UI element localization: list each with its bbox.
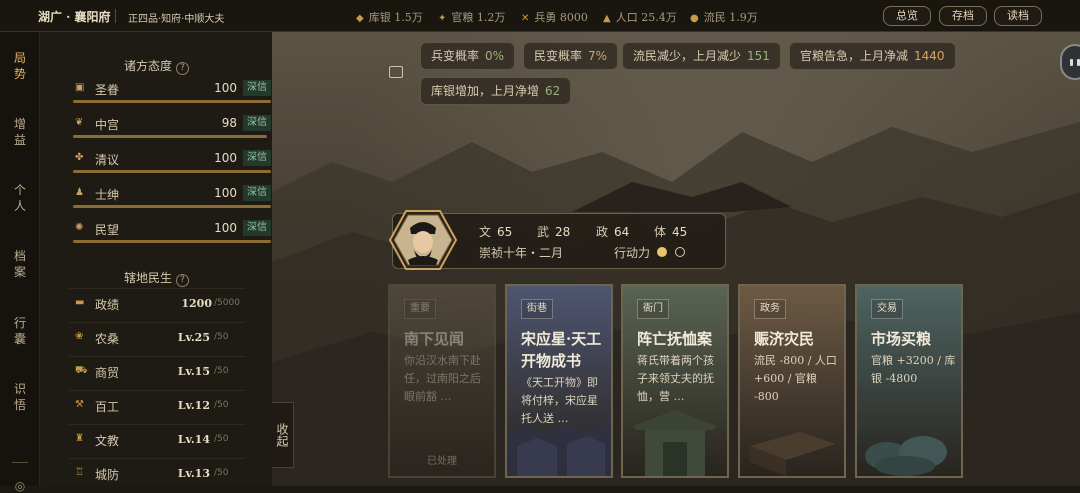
card-status: 已处理 bbox=[427, 456, 457, 467]
game-date: 崇祯十年・二月 bbox=[479, 246, 564, 260]
emperor-icon: ▣ bbox=[75, 82, 85, 93]
action-point-empty bbox=[675, 247, 685, 257]
grain-icon: ✦ bbox=[438, 13, 447, 24]
event-card-buy-grain[interactable]: 交易 市场买粮 官粮 +3200 / 库银 -4800 bbox=[855, 284, 963, 478]
territory-row: ⚒ 百工 Lv.12/50 bbox=[69, 390, 245, 421]
defense-icon: ♖ bbox=[75, 467, 84, 478]
yamen-gate-art bbox=[633, 410, 717, 476]
notice-grain: 官粮告急，上月净减 1440 bbox=[789, 42, 956, 70]
top-bar: 湖广 · 襄阳府 正四品·知府·中顺大夫 ◆ 库银 1.5万 ✦ 官粮 1.2万 ✕… bbox=[0, 0, 1080, 32]
territory-row: ♖ 城防 Lv.13/50 bbox=[69, 458, 245, 489]
grain-sacks-art bbox=[865, 436, 947, 476]
factions-header: 诸方态度? bbox=[41, 57, 272, 75]
notice-silver: 库银增加，上月净增 62 bbox=[420, 77, 572, 105]
scholar-icon: ✤ bbox=[75, 152, 84, 163]
resource-silver: ◆ 库银 1.5万 bbox=[356, 11, 423, 24]
event-card-south[interactable]: 重要 南下见闻 你沿汉水南下赴任，过南阳之后眼前豁 … 已处理 bbox=[388, 284, 496, 478]
craft-icon: ⚒ bbox=[75, 399, 84, 410]
left-nav: 局势 增益 个人 档案 行囊 识悟 ◎ bbox=[0, 32, 40, 493]
save-button[interactable]: 存档 bbox=[939, 6, 987, 26]
territory-row: ⛟ 商贸 Lv.15/50 bbox=[69, 356, 245, 387]
action-points-label: 行动力 bbox=[614, 246, 651, 260]
trust-badge: 深信 bbox=[243, 80, 271, 96]
nav-personal[interactable]: 个人 bbox=[12, 182, 28, 214]
collapse-panel-button[interactable]: 收起 bbox=[272, 402, 294, 468]
merit-icon: ▬ bbox=[75, 297, 85, 308]
action-point-filled bbox=[657, 247, 667, 257]
faction-row: ▣ 圣眷 100 深信 bbox=[73, 79, 271, 103]
card-desc: 你沿汉水南下赴任，过南阳之后眼前豁 … bbox=[404, 354, 481, 403]
nav-insight[interactable]: 识悟 bbox=[12, 381, 28, 413]
card-tag: 重要 bbox=[404, 299, 436, 319]
card-title: 南下见闻 bbox=[404, 330, 465, 348]
trade-icon: ⛟ bbox=[75, 365, 88, 376]
resource-soldiers: ✕ 兵勇 8000 bbox=[521, 11, 588, 24]
settings-icon[interactable]: ◎ bbox=[12, 479, 28, 493]
message-icon[interactable] bbox=[389, 66, 403, 78]
farm-icon: ❀ bbox=[75, 331, 84, 342]
official-rank: 正四品·知府·中顺大夫 bbox=[128, 14, 225, 25]
card-title: 赈济灾民 bbox=[754, 330, 815, 348]
location-title: 湖广 · 襄阳府 bbox=[38, 10, 111, 24]
card-desc: 官粮 +3200 / 库银 -4800 bbox=[871, 354, 956, 385]
education-icon: ♜ bbox=[75, 433, 84, 444]
resource-population: ▲ 人口 25.4万 bbox=[603, 11, 677, 24]
gentry-icon: ♟ bbox=[75, 187, 84, 198]
faction-row: ♟ 士绅 100 深信 bbox=[73, 184, 271, 208]
faction-row: ✤ 清议 100 深信 bbox=[73, 149, 271, 173]
card-title: 市场买粮 bbox=[871, 330, 932, 348]
people-icon: ✺ bbox=[75, 222, 84, 233]
card-tag: 政务 bbox=[754, 299, 786, 319]
card-desc: 蒋氏带着两个孩子来领丈夫的抚恤，营 … bbox=[637, 354, 714, 403]
event-card-tiangong[interactable]: 街巷 宋应星·天工开物成书 《天工开物》即将付梓，宋应星托人送 … bbox=[505, 284, 613, 478]
card-tag: 街巷 bbox=[521, 299, 553, 319]
trust-badge: 深信 bbox=[243, 150, 271, 166]
character-portrait[interactable] bbox=[388, 208, 458, 272]
notice-mutiny: 兵变概率 0% bbox=[420, 42, 516, 70]
trust-badge: 深信 bbox=[243, 185, 271, 201]
notice-riot: 民变概率 7% bbox=[523, 42, 619, 70]
population-icon: ▲ bbox=[603, 13, 611, 24]
trust-badge: 深信 bbox=[243, 220, 271, 236]
card-desc: 流民 -800 / 人口 +600 / 官粮 -800 bbox=[754, 354, 837, 403]
overview-button[interactable]: 总览 bbox=[883, 6, 931, 26]
card-title: 阵亡抚恤案 bbox=[637, 330, 713, 348]
stat-physique: 体 45 bbox=[654, 225, 688, 239]
stat-literary: 文 65 bbox=[479, 225, 513, 239]
territory-header: 辖地民生? bbox=[41, 269, 272, 287]
load-button[interactable]: 读档 bbox=[994, 6, 1042, 26]
notice-refugees: 流民减少，上月减少 151 bbox=[622, 42, 781, 70]
document-desk-art bbox=[750, 432, 836, 476]
status-panel: 诸方态度? ▣ 圣眷 100 深信 ❦ 中宫 98 深信 ✤ 清议 100 深信 ♟ 士绅 100 深信… bbox=[41, 32, 272, 486]
side-toggle-button[interactable] bbox=[1060, 44, 1080, 80]
territory-row: ❀ 农桑 Lv.25/50 bbox=[69, 322, 245, 353]
nav-inventory[interactable]: 行囊 bbox=[12, 315, 28, 347]
event-card-relief[interactable]: 政务 赈济灾民 流民 -800 / 人口 +600 / 官粮 -800 bbox=[738, 284, 846, 478]
stat-martial: 武 28 bbox=[537, 225, 571, 239]
silver-icon: ◆ bbox=[356, 13, 364, 24]
resource-grain: ✦ 官粮 1.2万 bbox=[438, 11, 506, 24]
card-tag: 衙门 bbox=[637, 299, 669, 319]
nav-records[interactable]: 档案 bbox=[12, 248, 28, 280]
faction-row: ❦ 中宫 98 深信 bbox=[73, 114, 271, 138]
territory-row: ▬ 政绩 1200/5000 bbox=[69, 288, 245, 319]
help-icon[interactable]: ? bbox=[176, 274, 189, 287]
trust-badge: 深信 bbox=[243, 115, 271, 131]
territory-row: ♜ 文教 Lv.14/50 bbox=[69, 424, 245, 455]
card-desc: 《天工开物》即将付梓，宋应星托人送 … bbox=[521, 376, 598, 425]
nav-situation[interactable]: 局势 bbox=[12, 50, 28, 82]
resource-refugees: ● 流民 1.9万 bbox=[690, 11, 758, 24]
refugee-icon: ● bbox=[690, 13, 699, 24]
nav-buffs[interactable]: 增益 bbox=[12, 116, 28, 148]
palace-icon: ❦ bbox=[75, 117, 84, 128]
card-tag: 交易 bbox=[871, 299, 903, 319]
soldier-icon: ✕ bbox=[521, 13, 530, 24]
card-title: 宋应星·天工开物成书 bbox=[521, 330, 602, 370]
stat-politics: 政 64 bbox=[596, 225, 630, 239]
help-icon[interactable]: ? bbox=[176, 62, 189, 75]
event-card-pension[interactable]: 衙门 阵亡抚恤案 蒋氏带着两个孩子来领丈夫的抚恤，营 … bbox=[621, 284, 729, 478]
faction-row: ✺ 民望 100 深信 bbox=[73, 219, 271, 243]
